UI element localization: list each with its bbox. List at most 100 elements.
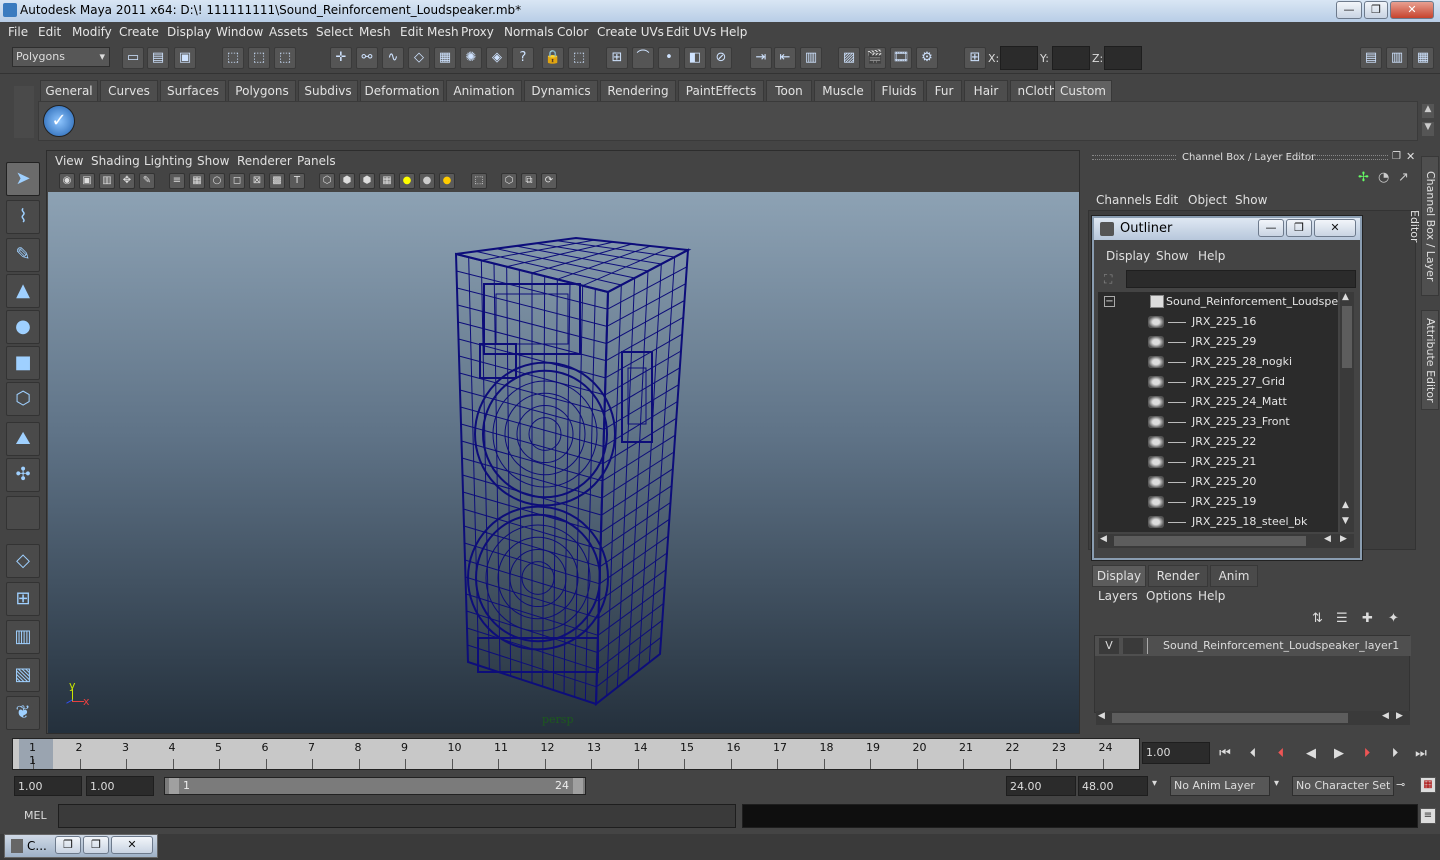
key-icon[interactable]: ⊸: [1396, 778, 1405, 791]
outliner-title-bar[interactable]: Outliner — ❐ ✕: [1094, 218, 1360, 240]
scroll-thumb[interactable]: [1112, 713, 1348, 723]
x-field[interactable]: [1000, 46, 1038, 70]
move-layer-down-icon[interactable]: ☰: [1336, 611, 1348, 626]
layer-tab-display[interactable]: Display: [1092, 565, 1146, 587]
menu-modify[interactable]: Modify: [72, 25, 112, 39]
restore-button[interactable]: ❐: [1364, 1, 1388, 19]
field-chart-icon[interactable]: ⊠: [249, 173, 265, 189]
end-time-field[interactable]: 48.00: [1078, 776, 1148, 796]
viewport-menu-shading[interactable]: Shading: [91, 154, 140, 168]
four-view-layout-icon[interactable]: ⊞: [6, 582, 40, 616]
last-tool-icon[interactable]: [6, 496, 40, 530]
hypershade-layout-icon[interactable]: ❦: [6, 696, 40, 730]
scroll-down-icon[interactable]: ▼: [1342, 516, 1349, 526]
minimized-restore-button[interactable]: ❐: [55, 836, 81, 854]
mel-label[interactable]: MEL: [24, 809, 47, 822]
channel-menu-channels[interactable]: Channels: [1096, 193, 1152, 207]
scroll-up-icon[interactable]: ▲: [1342, 292, 1349, 302]
outliner-item[interactable]: JRX_225_22: [1098, 432, 1338, 452]
playback-start-field[interactable]: 1.00: [86, 776, 154, 796]
range-start-handle[interactable]: [169, 778, 179, 794]
shelf-scroll-up-icon[interactable]: ▲: [1422, 104, 1434, 118]
all-lights-icon[interactable]: ●: [419, 173, 435, 189]
layer-tab-render[interactable]: Render: [1148, 565, 1208, 587]
shelf-scroll-down-icon[interactable]: ▼: [1422, 122, 1434, 136]
outliner-menu-display[interactable]: Display: [1106, 249, 1150, 263]
select-object-icon[interactable]: ⬚: [248, 47, 270, 69]
scale-tool-icon[interactable]: ■: [6, 346, 40, 380]
channel-menu-show[interactable]: Show: [1235, 193, 1267, 207]
scroll-left-icon[interactable]: ◀: [1098, 711, 1105, 721]
side-tab-attribute-editor[interactable]: Attribute Editor: [1421, 310, 1439, 410]
layer-horizontal-scrollbar[interactable]: ◀ ◀ ▶: [1096, 711, 1410, 725]
step-back-frame-icon[interactable]: ⏴: [1242, 745, 1264, 765]
menu-edit[interactable]: Edit: [38, 25, 61, 39]
outliner-maximize-button[interactable]: ❐: [1286, 219, 1312, 237]
image-plane-icon[interactable]: ▥: [99, 173, 115, 189]
render-current-frame-icon[interactable]: 🎬: [864, 47, 886, 69]
lasso-tool-icon[interactable]: ⌇: [6, 200, 40, 234]
anim-layer-dropdown[interactable]: No Anim Layer: [1170, 776, 1270, 796]
select-curve-icon[interactable]: ∿: [382, 47, 404, 69]
minimized-window[interactable]: C... ❐ ❐ ✕: [4, 834, 158, 858]
toggle-channel-box-icon[interactable]: ▦: [1412, 47, 1434, 69]
default-lighting-icon[interactable]: ●: [399, 173, 415, 189]
preferences-icon[interactable]: ▦: [1420, 777, 1436, 793]
character-set-dropdown[interactable]: No Character Set: [1292, 776, 1394, 796]
paint-select-tool-icon[interactable]: ✎: [6, 238, 40, 272]
layer-menu-layers[interactable]: Layers: [1098, 589, 1138, 603]
current-time-field[interactable]: 1.00: [1142, 742, 1210, 764]
chevron-down-icon[interactable]: ▾: [1274, 778, 1279, 789]
select-component-icon[interactable]: ⬚: [274, 47, 296, 69]
outliner-minimize-button[interactable]: —: [1258, 219, 1284, 237]
start-time-field[interactable]: 1.00: [14, 776, 82, 796]
hud-icon[interactable]: ⟳: [541, 173, 557, 189]
scroll-thumb[interactable]: [1114, 536, 1306, 546]
layer-menu-options[interactable]: Options: [1146, 589, 1192, 603]
step-forward-frame-icon[interactable]: ⏵: [1384, 745, 1406, 765]
scroll-left-icon[interactable]: ◀: [1100, 534, 1107, 544]
outliner-item[interactable]: JRX_225_16: [1098, 312, 1338, 332]
checkmark-icon[interactable]: ✓: [43, 105, 75, 137]
viewport-menu-renderer[interactable]: Renderer: [237, 154, 292, 168]
layer-visibility-toggle[interactable]: V: [1099, 638, 1119, 654]
go-to-end-icon[interactable]: ⏭: [1410, 745, 1432, 765]
output-ops-icon[interactable]: ⇤: [774, 47, 796, 69]
two-d-pan-icon[interactable]: ✥: [119, 173, 135, 189]
outliner-close-button[interactable]: ✕: [1314, 219, 1356, 237]
outliner-vertical-scrollbar[interactable]: ▲ ▲ ▼: [1340, 292, 1354, 532]
go-to-start-icon[interactable]: ⏮: [1214, 745, 1236, 765]
menu-window[interactable]: Window: [216, 25, 263, 39]
shelf-tab-custom[interactable]: Custom: [1054, 80, 1112, 101]
safe-action-icon[interactable]: ▩: [269, 173, 285, 189]
create-empty-layer-icon[interactable]: ✚: [1362, 611, 1373, 626]
soft-modification-icon[interactable]: ⛰: [6, 422, 40, 456]
isolate-select-icon[interactable]: ⬚: [471, 173, 487, 189]
minimized-maximize-button[interactable]: ❐: [83, 836, 109, 854]
filter-icon[interactable]: ⛶: [1104, 272, 1112, 287]
shelf-tab-fur[interactable]: Fur: [926, 80, 962, 101]
shelf-tab-deformation[interactable]: Deformation: [360, 80, 444, 101]
outliner-menu-help[interactable]: Help: [1198, 249, 1225, 263]
select-tool-icon[interactable]: ➤: [6, 162, 40, 196]
viewport-menu-view[interactable]: View: [55, 154, 83, 168]
outliner-item[interactable]: JRX_225_20: [1098, 472, 1338, 492]
save-scene-icon[interactable]: ▣: [174, 47, 196, 69]
construction-history-icon[interactable]: ▥: [800, 47, 822, 69]
channel-menu-object[interactable]: Object: [1188, 193, 1227, 207]
mode-dropdown[interactable]: Polygons ▾: [12, 47, 110, 67]
film-gate-icon[interactable]: ▦: [189, 173, 205, 189]
render-view-icon[interactable]: ▨: [838, 47, 860, 69]
toggle-attribute-editor-icon[interactable]: ▤: [1360, 47, 1382, 69]
xray-joints-icon[interactable]: ⧉: [521, 173, 537, 189]
viewport-menu-panels[interactable]: Panels: [297, 154, 336, 168]
chevron-down-icon[interactable]: ▾: [1152, 778, 1157, 789]
scroll-left-end-icon[interactable]: ◀: [1324, 534, 1331, 544]
resolution-gate-icon[interactable]: ○: [209, 173, 225, 189]
bookmark-icon[interactable]: ▣: [79, 173, 95, 189]
wireframe-on-shaded-icon[interactable]: ⬢: [359, 173, 375, 189]
outliner-item[interactable]: JRX_225_24_Matt: [1098, 392, 1338, 412]
outliner-menu-show[interactable]: Show: [1156, 249, 1188, 263]
outliner-search-input[interactable]: [1126, 270, 1356, 288]
current-frame-marker[interactable]: [19, 739, 53, 769]
